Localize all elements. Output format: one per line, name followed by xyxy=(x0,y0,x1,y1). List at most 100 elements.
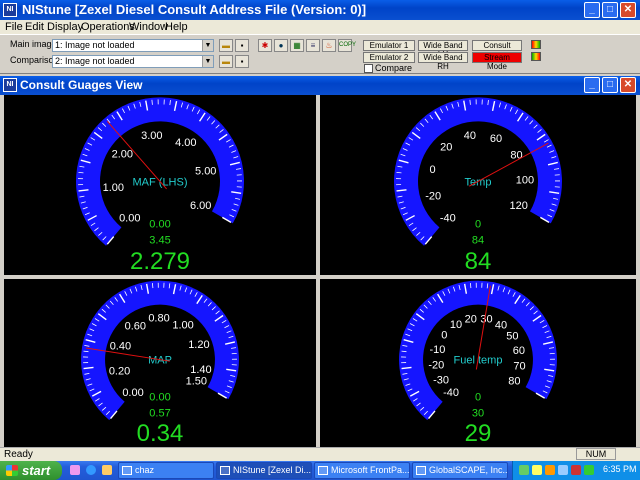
menu-file[interactable]: File xyxy=(5,20,23,34)
tray-icon[interactable] xyxy=(545,465,555,475)
gauge-temp: -40 -20 0 20 40 60 80 100 120 Temp 0 84 84 xyxy=(320,95,636,275)
nistune-icon xyxy=(220,466,230,475)
menu-edit[interactable]: Edit xyxy=(25,20,44,34)
consult-button[interactable]: Consult xyxy=(472,40,522,51)
list-icon[interactable]: ≡ xyxy=(306,39,320,52)
menu-bar: File Edit Display Operations Window Help xyxy=(0,20,640,34)
gauge-tick-label: 20 xyxy=(440,142,452,154)
gauge-recorded-max: 84 xyxy=(472,234,484,246)
open-folder-icon[interactable]: ▬ xyxy=(219,39,233,52)
folder-icon xyxy=(122,466,132,475)
chevron-down-icon[interactable]: ▼ xyxy=(202,40,213,51)
child-app-icon[interactable]: NI xyxy=(3,78,17,92)
gauge-tick-label: 100 xyxy=(516,174,534,186)
menu-display[interactable]: Display xyxy=(47,20,83,34)
gauges-area: 0.00 1.00 2.00 3.00 4.00 5.00 6.00 MAF (LHS) 0.0… xyxy=(0,95,640,447)
gauge-tick-label: 120 xyxy=(510,200,528,212)
gauge-tick-label: 60 xyxy=(490,133,502,145)
save-icon[interactable]: ▪ xyxy=(235,39,249,52)
start-label: start xyxy=(22,463,51,478)
compare-label: Compare xyxy=(375,63,413,73)
tray-icon[interactable] xyxy=(532,465,542,475)
menu-help[interactable]: Help xyxy=(165,20,188,34)
color-swatch-icon[interactable] xyxy=(531,52,541,61)
gauge-tick xyxy=(83,350,89,353)
tray-icon[interactable] xyxy=(571,465,581,475)
app-icon[interactable]: NI xyxy=(3,3,17,17)
start-button[interactable]: start xyxy=(0,461,62,480)
child-minimize-button[interactable]: _ xyxy=(584,77,600,93)
taskbar-item-label: Microsoft FrontPa... xyxy=(331,465,410,475)
child-maximize-button[interactable]: □ xyxy=(602,77,618,93)
menu-window[interactable]: Window xyxy=(129,20,168,34)
flame-icon[interactable]: ♨ xyxy=(322,39,336,52)
maximize-button[interactable]: □ xyxy=(602,2,618,18)
menu-operations[interactable]: Operations xyxy=(81,20,135,34)
gauge-tick-label: 0.00 xyxy=(122,387,143,399)
gauge-tick-label: -30 xyxy=(433,375,449,387)
gauge-tick-label: -20 xyxy=(425,191,441,203)
taskbar-item-nistune[interactable]: NIStune [Zexel Di... xyxy=(216,462,312,479)
gauge-recorded-max: 3.45 xyxy=(149,234,170,246)
gauge-tick-label: -40 xyxy=(440,212,456,224)
taskbar-item-chaz[interactable]: chaz xyxy=(118,462,214,479)
globalscape-icon xyxy=(416,466,426,475)
gauge-tick-label: -10 xyxy=(430,344,446,356)
system-tray: 6:35 PM xyxy=(512,461,640,480)
gauge-tick-label: 0.80 xyxy=(148,313,169,325)
title-bar: NI NIStune [Zexel Diesel Consult Address… xyxy=(0,0,640,20)
stream-mode-button[interactable]: Stream Mode xyxy=(472,52,522,71)
wide-band-rh-button[interactable]: Wide Band RH xyxy=(418,52,468,71)
gauge-tick-label: 0.40 xyxy=(110,341,131,353)
gauge-fuel-temp: -40-30-20-10010 20 304050607080Fuel temp03… xyxy=(320,279,636,447)
tray-icon[interactable] xyxy=(519,465,529,475)
gauge-name: Temp xyxy=(465,176,492,188)
clock[interactable]: 6:35 PM xyxy=(603,464,637,474)
emulator-2-button[interactable]: Emulator 2 xyxy=(363,52,415,63)
minimize-button[interactable]: _ xyxy=(584,2,600,18)
gauge-tick-label: 5.00 xyxy=(195,166,216,178)
child-window-title: Consult Guages View xyxy=(20,78,143,92)
gauge-tick-label: 1.00 xyxy=(103,182,124,194)
main-image-select[interactable]: 1: Image not loaded ▼ xyxy=(52,39,214,52)
gauge-tick-label: 0 xyxy=(430,164,436,176)
gauge-recorded-max: 0.57 xyxy=(149,408,170,420)
gauge-map: 0.000.200.400.600.801.001.201.401.50MAP0… xyxy=(4,279,316,447)
gauge-tick xyxy=(78,171,84,174)
gauge-name: MAF (LHS) xyxy=(133,176,188,188)
save-icon[interactable]: ▪ xyxy=(235,55,249,68)
comparison-select[interactable]: 2: Image not loaded ▼ xyxy=(52,55,214,68)
status-text: Ready xyxy=(4,449,33,460)
comparison-value: 2: Image not loaded xyxy=(55,56,135,66)
gauge-tick-label: 0.60 xyxy=(125,321,146,333)
copy-icon[interactable]: COPY xyxy=(338,39,356,52)
main-image-value: 1: Image not loaded xyxy=(55,40,135,50)
gauge-tick xyxy=(401,350,407,353)
taskbar-item-frontpage[interactable]: Microsoft FrontPa... xyxy=(314,462,410,479)
open-folder-icon[interactable]: ▬ xyxy=(219,55,233,68)
color-swatch-icon[interactable] xyxy=(531,40,541,49)
child-title-bar: NI Consult Guages View _ □ ✕ xyxy=(0,76,640,95)
taskbar: start chaz NIStune [Zexel Di... Microsof… xyxy=(0,461,640,480)
gauge-value: 29 xyxy=(465,420,492,447)
gauge-value: 84 xyxy=(465,248,492,275)
media-icon[interactable] xyxy=(102,465,112,475)
quicklaunch-icon[interactable] xyxy=(70,465,80,475)
taskbar-item-globalscape[interactable]: GlobalSCAPE, Inc.... xyxy=(412,462,508,479)
child-close-button[interactable]: ✕ xyxy=(620,77,636,93)
chevron-down-icon[interactable]: ▼ xyxy=(202,56,213,67)
window-title: NIStune [Zexel Diesel Consult Address Fi… xyxy=(22,2,367,17)
tray-icon[interactable] xyxy=(558,465,568,475)
globe-icon[interactable]: ● xyxy=(274,39,288,52)
gauge-tick-label: 80 xyxy=(510,149,522,161)
close-button[interactable]: ✕ xyxy=(620,2,636,18)
grid-icon[interactable]: ▦ xyxy=(290,39,304,52)
gauge-tick-label: -20 xyxy=(428,360,444,372)
gauge-recorded-min: 0 xyxy=(475,218,481,230)
emulator-1-button[interactable]: Emulator 1 xyxy=(363,40,415,51)
settings-icon[interactable]: ✱ xyxy=(258,39,272,52)
wide-band-lh-button[interactable]: Wide Band LH xyxy=(418,40,468,59)
tray-icon[interactable] xyxy=(584,465,594,475)
compare-checkbox[interactable] xyxy=(364,64,373,73)
ie-icon[interactable] xyxy=(86,465,96,475)
